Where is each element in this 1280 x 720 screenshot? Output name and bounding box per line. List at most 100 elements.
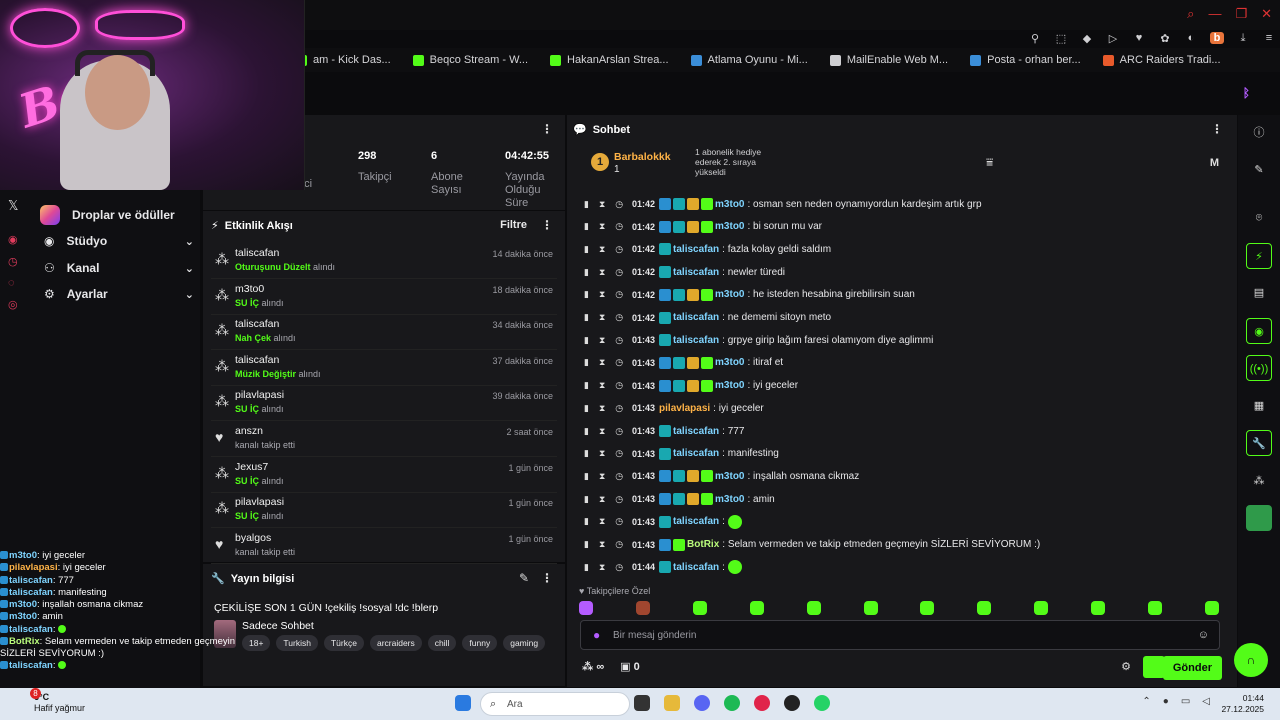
- message-username[interactable]: taliscafan: [673, 244, 719, 255]
- document-icon[interactable]: ▤: [1246, 280, 1272, 306]
- clock-icon[interactable]: ◷: [615, 426, 623, 437]
- feed-username[interactable]: taliscafan: [235, 318, 279, 330]
- browser-icon[interactable]: [784, 695, 800, 711]
- tag-chip[interactable]: chill: [427, 635, 457, 651]
- clock-icon[interactable]: ◷: [615, 199, 623, 210]
- send-button[interactable]: Gönder: [1162, 656, 1222, 680]
- clock-icon[interactable]: ◷: [8, 255, 18, 268]
- spotify-icon[interactable]: [724, 695, 740, 711]
- channel-points[interactable]: ⁂ ∞: [582, 660, 604, 673]
- clock-icon[interactable]: ◷: [615, 335, 623, 346]
- mic-icon[interactable]: ●: [1163, 696, 1169, 707]
- tag-chip[interactable]: funny: [462, 635, 498, 651]
- feed-item[interactable]: ⁂ pilavlapasi SU İÇ alındı 1 gün önce: [211, 494, 557, 529]
- sidebar-item-studio[interactable]: ◉ Stüdyo ⌄: [44, 234, 194, 248]
- timeout-icon[interactable]: ⧗: [599, 357, 605, 368]
- trash-icon[interactable]: ▮: [584, 516, 589, 527]
- feed-item[interactable]: ♥ byalgos kanalı takip etti 1 gün önce: [211, 530, 557, 564]
- tag-chip[interactable]: Türkçe: [323, 635, 364, 651]
- trash-icon[interactable]: ▮: [584, 267, 589, 278]
- trash-icon[interactable]: ▮: [584, 539, 589, 550]
- taskbar-search[interactable]: ⌕ Ara: [480, 692, 630, 716]
- message-username[interactable]: taliscafan: [673, 562, 719, 573]
- pencil-icon[interactable]: ✎: [1246, 157, 1272, 183]
- timeout-icon[interactable]: ⧗: [599, 403, 605, 414]
- emote-icon[interactable]: [863, 601, 878, 615]
- trash-icon[interactable]: ▮: [584, 221, 589, 232]
- timeout-icon[interactable]: ⧗: [599, 539, 605, 550]
- trash-icon[interactable]: ▮: [584, 380, 589, 391]
- chat-input[interactable]: ● Bir mesaj gönderin ☺: [580, 620, 1220, 650]
- emote-icon[interactable]: [692, 601, 707, 615]
- extensions-icon[interactable]: ✿: [1158, 32, 1172, 45]
- timeout-icon[interactable]: ⧗: [599, 335, 605, 346]
- opera-icon[interactable]: [754, 695, 770, 711]
- mic-icon[interactable]: ●: [593, 628, 600, 642]
- bookmark-item[interactable]: am - Kick Das...: [296, 54, 391, 66]
- timeout-icon[interactable]: ⧗: [599, 562, 605, 573]
- message-username[interactable]: m3to0: [715, 471, 744, 482]
- volume-icon[interactable]: ◁: [1202, 696, 1210, 707]
- message-username[interactable]: taliscafan: [673, 335, 719, 346]
- circle-icon[interactable]: ◉: [8, 233, 18, 246]
- timeout-icon[interactable]: ⧗: [599, 426, 605, 437]
- timeout-icon[interactable]: ⧗: [599, 289, 605, 300]
- x-logo-icon[interactable]: 𝕏: [8, 198, 18, 214]
- trash-icon[interactable]: ▮: [584, 426, 589, 437]
- chat-icon[interactable]: ◌: [8, 277, 18, 289]
- timeout-icon[interactable]: ⧗: [599, 448, 605, 459]
- trash-icon[interactable]: ▮: [584, 403, 589, 414]
- target-icon[interactable]: ◎: [8, 298, 18, 311]
- timeout-icon[interactable]: ⧗: [599, 267, 605, 278]
- emote-icon[interactable]: [749, 601, 764, 615]
- emote-icon[interactable]: [579, 601, 593, 615]
- broadcast-icon[interactable]: ((•)): [1246, 355, 1272, 381]
- points-icon[interactable]: ⁂: [1246, 468, 1272, 494]
- message-username[interactable]: m3to0: [715, 380, 744, 391]
- taskbar-clock[interactable]: 01:44 27.12.2025: [1221, 693, 1264, 715]
- pinned-username[interactable]: Barbalokkk: [614, 151, 671, 163]
- clock-icon[interactable]: ◷: [615, 539, 623, 550]
- extension-b-icon[interactable]: b: [1210, 32, 1224, 44]
- feed-item[interactable]: ⁂ pilavlapasi SU İÇ alındı 39 dakika önce: [211, 387, 557, 422]
- feed-item[interactable]: ⁂ m3to0 SU İÇ alındı 18 dakika önce: [211, 281, 557, 315]
- trash-icon[interactable]: ▮: [584, 244, 589, 255]
- menu-icon[interactable]: ≡: [1262, 32, 1276, 44]
- timeout-icon[interactable]: ⧗: [599, 244, 605, 255]
- wrench-icon[interactable]: 🔧: [1246, 430, 1272, 456]
- clock-icon[interactable]: ◷: [615, 448, 623, 459]
- feed-item[interactable]: ⁂ taliscafan Müzik Değiştir alındı 37 dakik…: [211, 352, 557, 386]
- bookmark-item[interactable]: Atlama Oyunu - Mi...: [690, 54, 808, 66]
- feed-username[interactable]: taliscafan: [235, 354, 279, 366]
- bookmark-item[interactable]: MailEnable Web M...: [829, 54, 948, 66]
- feed-username[interactable]: pilavlapasi: [235, 496, 284, 508]
- feed-item[interactable]: ⁂ Jexus7 SU İÇ alındı 1 gün önce: [211, 459, 557, 493]
- support-headset-button[interactable]: ∩: [1234, 643, 1268, 677]
- chevron-up-icon[interactable]: ⌃: [1142, 696, 1150, 707]
- kebab-menu-icon[interactable]: ⋮: [541, 218, 553, 232]
- message-username[interactable]: taliscafan: [673, 426, 719, 437]
- timeout-icon[interactable]: ⧗: [599, 494, 605, 505]
- trash-icon[interactable]: ▮: [584, 289, 589, 300]
- clock-icon[interactable]: ◷: [615, 357, 623, 368]
- info-icon[interactable]: ⓘ: [1246, 120, 1272, 146]
- tag-chip[interactable]: gaming: [503, 635, 546, 651]
- tag-chip[interactable]: Turkish: [276, 635, 318, 651]
- clock-icon[interactable]: ◷: [615, 403, 623, 414]
- emote-icon[interactable]: [977, 601, 992, 615]
- trash-icon[interactable]: ▮: [584, 562, 589, 573]
- message-username[interactable]: m3to0: [715, 494, 744, 505]
- folder-icon[interactable]: [664, 695, 680, 711]
- clock-icon[interactable]: ◷: [615, 289, 623, 300]
- message-username[interactable]: m3to0: [715, 357, 744, 368]
- timeout-icon[interactable]: ⧗: [599, 221, 605, 232]
- clock-icon[interactable]: ◷: [615, 221, 623, 232]
- chat-settings-icon[interactable]: ⚙: [1121, 660, 1131, 673]
- emote-icon[interactable]: [635, 601, 650, 615]
- start-windows-icon[interactable]: [455, 695, 471, 711]
- bookmark-item[interactable]: ARC Raiders Tradi...: [1102, 54, 1221, 66]
- emote-icon[interactable]: [806, 601, 821, 615]
- timeout-icon[interactable]: ⧗: [599, 516, 605, 527]
- bookmark-item[interactable]: Posta - orhan ber...: [970, 54, 1081, 66]
- feed-item[interactable]: ♥ anszn kanalı takip etti 2 saat önce: [211, 423, 557, 457]
